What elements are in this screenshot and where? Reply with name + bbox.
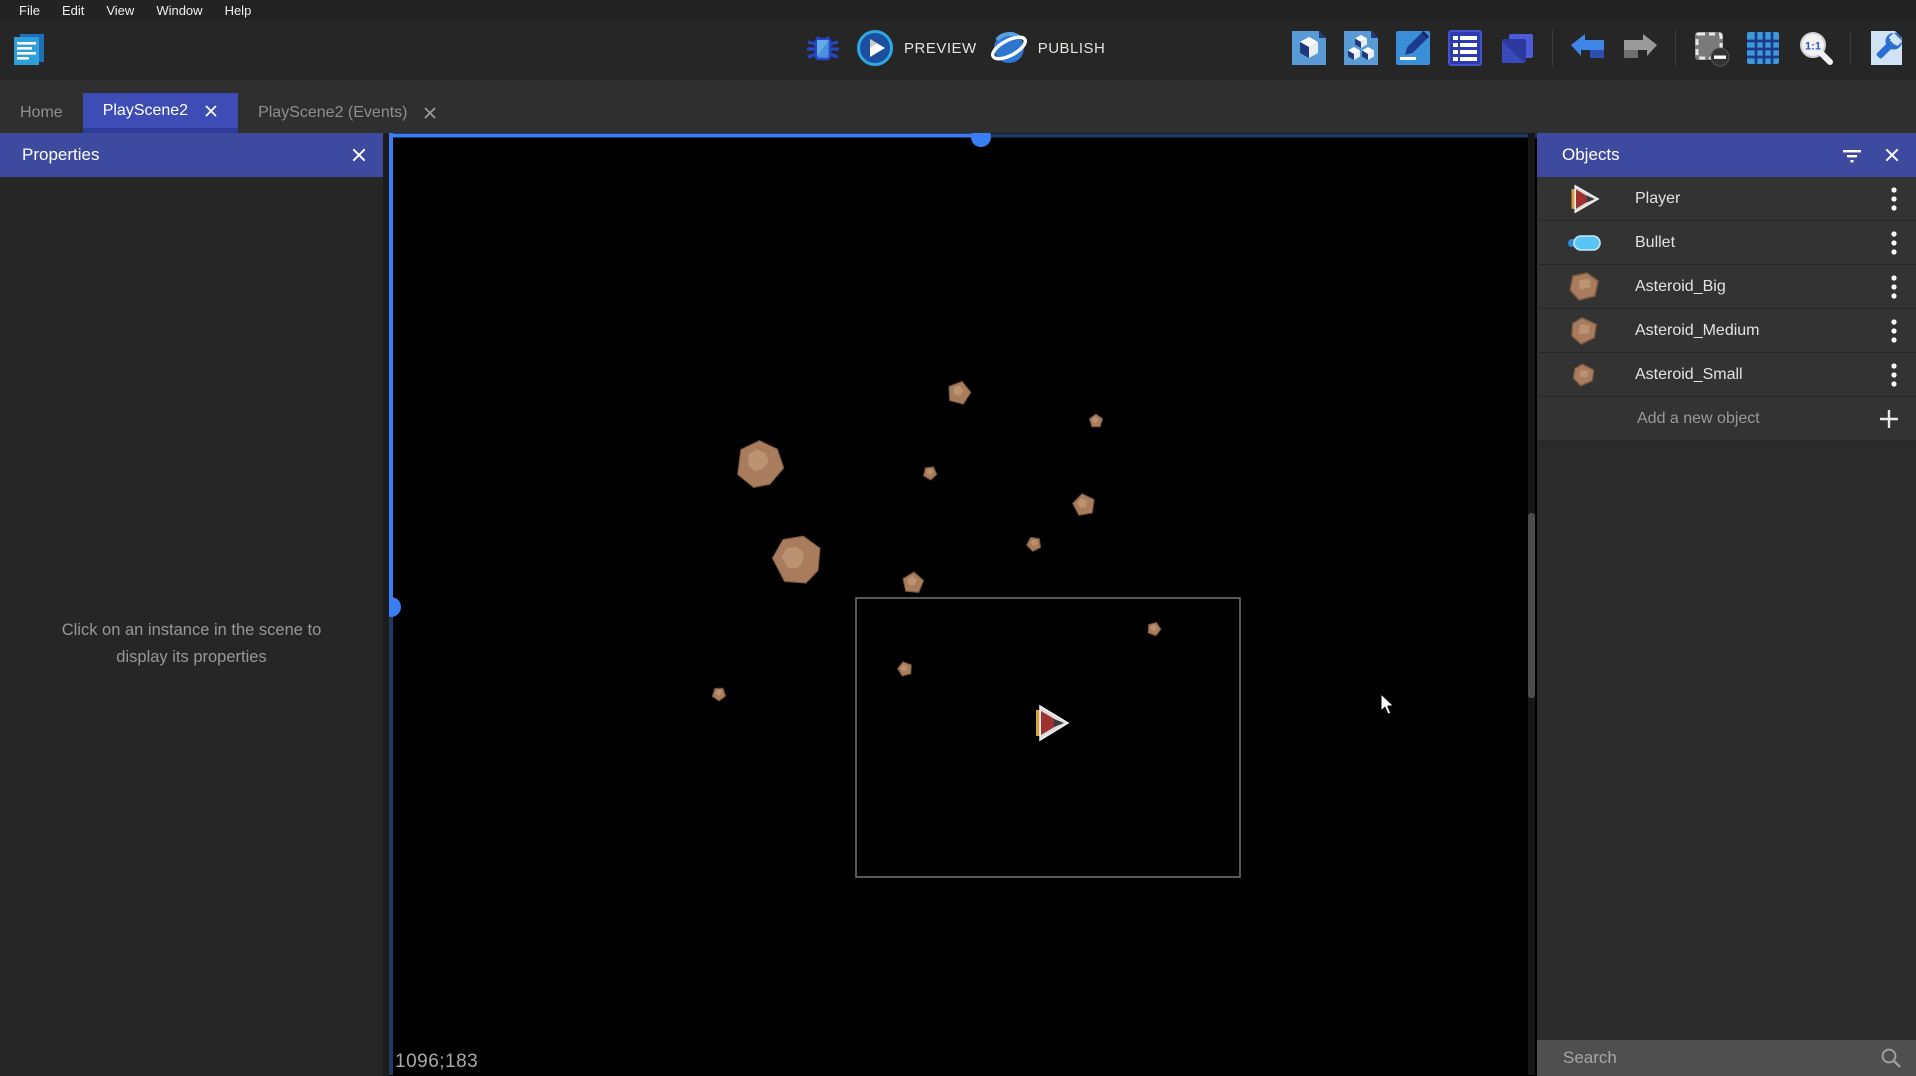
kebab-menu-icon[interactable] [1890, 230, 1898, 256]
publish-label: PUBLISH [1038, 40, 1106, 57]
tab-playscene2-label: PlayScene2 [103, 102, 188, 120]
add-new-object-button[interactable]: Add a new object [1537, 397, 1916, 441]
kebab-menu-icon[interactable] [1890, 318, 1898, 344]
asteroid-small-instance[interactable] [1089, 414, 1102, 427]
objects-panel-title: Objects [1562, 145, 1620, 165]
player-instance[interactable] [1036, 706, 1068, 740]
object-row-asteroid-medium[interactable]: Asteroid_Medium [1537, 309, 1916, 353]
close-icon[interactable] [351, 147, 367, 163]
close-icon[interactable] [204, 104, 218, 118]
tab-playscene2-events-label: PlayScene2 (Events) [258, 104, 407, 122]
asteroid-icon [1565, 314, 1603, 348]
menu-help[interactable]: Help [214, 1, 263, 20]
asteroid-icon [1565, 270, 1603, 304]
object-row-bullet[interactable]: Bullet [1537, 221, 1916, 265]
objects-list-icon[interactable] [1341, 28, 1381, 68]
objects-panel-header: Objects [1537, 133, 1916, 177]
menu-bar: File Edit View Window Help [0, 0, 1916, 20]
publish-button[interactable]: PUBLISH [989, 28, 1106, 68]
asteroid-small-instance[interactable] [921, 464, 939, 482]
object-label: Asteroid_Big [1635, 278, 1726, 296]
svg-text:1:1: 1:1 [1805, 41, 1821, 53]
layers-icon[interactable] [1497, 28, 1537, 68]
preview-label: PREVIEW [904, 40, 977, 57]
scene-canvas[interactable]: 1096;183 [389, 133, 1537, 1076]
object-row-player[interactable]: Player [1537, 177, 1916, 221]
camera-viewport-rect [856, 598, 1240, 877]
redo-icon[interactable] [1620, 28, 1660, 68]
kebab-menu-icon[interactable] [1890, 274, 1898, 300]
toolbar-separator [1552, 30, 1553, 66]
object-search-bar[interactable]: Search [1537, 1040, 1916, 1076]
menu-view[interactable]: View [95, 1, 145, 20]
edit-scene-icon[interactable] [1393, 28, 1433, 68]
bullet-icon [1565, 226, 1603, 260]
tab-strip: Home PlayScene2 PlayScene2 (Events) [0, 80, 1916, 133]
undo-icon[interactable] [1568, 28, 1608, 68]
object-label: Bullet [1635, 234, 1675, 252]
asteroid-big-instance[interactable] [767, 527, 831, 592]
scene-render [389, 133, 1537, 1075]
preview-play-icon [855, 28, 895, 68]
toolbar-separator [1675, 30, 1676, 66]
object-label: Asteroid_Small [1635, 366, 1743, 384]
close-icon[interactable] [423, 106, 437, 120]
menu-file[interactable]: File [8, 1, 51, 20]
filter-icon[interactable] [1842, 147, 1862, 163]
instances-list-icon[interactable] [1445, 28, 1485, 68]
add-new-object-icon[interactable] [1289, 28, 1329, 68]
asteroid-medium-instance[interactable] [902, 571, 924, 593]
object-label: Asteroid_Medium [1635, 322, 1760, 340]
scene-properties-icon[interactable] [1866, 28, 1906, 68]
asteroid-big-instance[interactable] [735, 438, 788, 492]
mouse-cursor [1381, 694, 1393, 714]
properties-panel-body: Click on an instance in the scene to dis… [0, 177, 383, 1076]
asteroid-small-instance[interactable] [1025, 534, 1045, 554]
resize-handle-left[interactable] [389, 597, 401, 617]
asteroid-medium-instance[interactable] [945, 378, 973, 405]
asteroid-small-instance[interactable] [896, 660, 913, 677]
properties-panel-title: Properties [22, 145, 99, 165]
close-icon[interactable] [1884, 147, 1900, 163]
canvas-scrollbar-thumb[interactable] [1528, 513, 1535, 698]
preview-button[interactable]: PREVIEW [855, 28, 977, 68]
asteroid-medium-instance[interactable] [1071, 492, 1096, 516]
project-manager-icon[interactable] [8, 29, 48, 69]
main-toolbar: PREVIEW PUBLISH [0, 20, 1916, 80]
properties-hint: Click on an instance in the scene to dis… [0, 617, 383, 671]
add-new-object-label: Add a new object [1637, 410, 1760, 428]
asteroid-icon [1565, 358, 1603, 392]
kebab-menu-icon[interactable] [1890, 362, 1898, 388]
player-ship-icon [1565, 182, 1603, 216]
zoom-one-to-one-icon[interactable]: 1:1 [1795, 28, 1835, 68]
kebab-menu-icon[interactable] [1890, 186, 1898, 212]
menu-window[interactable]: Window [145, 1, 213, 20]
search-input[interactable]: Search [1563, 1048, 1880, 1068]
object-label: Player [1635, 190, 1680, 208]
objects-panel-empty-space [1537, 441, 1916, 1040]
object-row-asteroid-big[interactable]: Asteroid_Big [1537, 265, 1916, 309]
toolbar-separator [1850, 30, 1851, 66]
tab-playscene2[interactable]: PlayScene2 [83, 93, 238, 133]
tab-playscene2-events[interactable]: PlayScene2 (Events) [238, 93, 457, 133]
plus-icon [1878, 408, 1900, 430]
tab-home[interactable]: Home [0, 93, 83, 133]
tab-home-label: Home [20, 104, 63, 122]
search-icon [1880, 1047, 1902, 1069]
object-row-asteroid-small[interactable]: Asteroid_Small [1537, 353, 1916, 397]
publish-icon [989, 28, 1029, 68]
properties-panel-header: Properties [0, 133, 383, 177]
asteroid-small-instance[interactable] [1146, 620, 1163, 636]
resize-handle-top[interactable] [971, 133, 991, 147]
cursor-coordinates: 1096;183 [395, 1051, 478, 1073]
objects-panel: Objects Player [1537, 133, 1916, 1076]
properties-panel: Properties Click on an instance in the s… [0, 133, 383, 1076]
menu-edit[interactable]: Edit [51, 1, 95, 20]
gdevelop-window: File Edit View Window Help [0, 0, 1916, 1076]
debug-icon[interactable] [803, 28, 843, 68]
grid-icon[interactable] [1743, 28, 1783, 68]
asteroid-small-instance[interactable] [710, 684, 728, 702]
mask-icon[interactable] [1691, 28, 1731, 68]
